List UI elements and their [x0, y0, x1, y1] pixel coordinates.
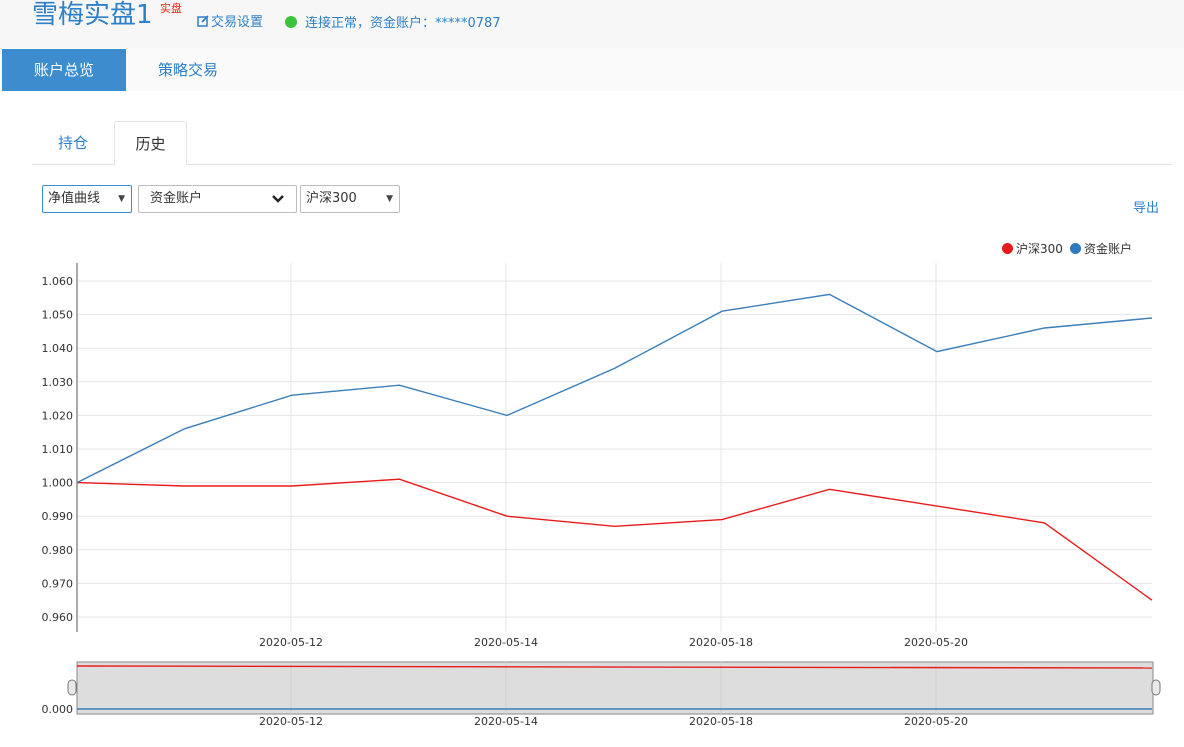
y-tick-label: 1.010: [42, 443, 74, 456]
y-tick-label: 0.970: [42, 577, 74, 590]
navigator-x-tick-label: 2020-05-20: [904, 715, 968, 728]
navigator-handle-right[interactable]: [1151, 679, 1161, 696]
chevron-down-icon: [272, 195, 284, 203]
tab-strategy-trading[interactable]: 策略交易: [126, 49, 250, 91]
navigator-x-tick-label: 2020-05-14: [474, 715, 538, 728]
series-line-benchmark: [76, 478, 1153, 601]
navigator-y-tick-label: 0.000: [42, 703, 74, 716]
chart-type-select[interactable]: 净值曲线 ▼: [42, 185, 132, 213]
tab-positions[interactable]: 持仓: [32, 121, 114, 165]
x-tick-label: 2020-05-14: [474, 636, 538, 649]
connection-status: 连接正常，资金账户：*****0787: [285, 12, 501, 31]
status-text: 连接正常，资金账户：*****0787: [305, 16, 501, 31]
tab-history[interactable]: 历史: [114, 121, 187, 165]
edit-icon: [197, 14, 209, 27]
y-tick-label: 1.040: [42, 342, 74, 355]
x-tick-label: 2020-05-12: [259, 636, 323, 649]
benchmark-select[interactable]: 沪深300 ▼: [300, 185, 400, 213]
chart-type-value: 净值曲线: [48, 191, 101, 206]
y-tick-label: 0.980: [42, 544, 74, 557]
series-line-account: [76, 293, 1153, 484]
y-tick-label: 1.030: [42, 376, 74, 389]
dropdown-arrow-icon: ▼: [386, 194, 393, 204]
account-value: 资金账户: [150, 191, 203, 206]
account-select[interactable]: 资金账户: [138, 185, 297, 213]
app-title: 雪梅实盘1: [32, 0, 153, 30]
top-bar: 雪梅实盘1 实盘 交易设置 连接正常，资金账户：*****0787: [0, 0, 1184, 48]
x-tick-label: 2020-05-20: [904, 636, 968, 649]
sub-tabs: 持仓 历史: [32, 121, 1172, 165]
export-link[interactable]: 导出: [1133, 197, 1159, 216]
trade-settings-label: 交易设置: [211, 15, 264, 30]
nav-chart: 1.060 1.050 1.040 1.030 1.020 1.010 1.000 0.990…: [42, 263, 1161, 728]
benchmark-value: 沪深300: [306, 191, 357, 206]
navigator-x-tick-label: 2020-05-18: [689, 715, 753, 728]
tab-account-overview[interactable]: 账户总览: [2, 49, 126, 91]
y-tick-label: 1.000: [42, 477, 74, 490]
y-tick-label: 1.020: [42, 409, 74, 422]
dropdown-arrow-icon: ▼: [118, 194, 125, 204]
trade-settings-link[interactable]: 交易设置: [197, 11, 263, 30]
live-badge: 实盘: [160, 2, 182, 15]
y-tick-label: 0.960: [42, 611, 74, 624]
y-tick-label: 0.990: [42, 510, 74, 523]
navigator-x-tick-label: 2020-05-12: [259, 715, 323, 728]
y-tick-label: 1.060: [42, 275, 74, 288]
y-tick-label: 1.050: [42, 309, 74, 322]
navigator-handle-left[interactable]: [67, 679, 77, 696]
navigator-range[interactable]: [76, 661, 1154, 715]
x-tick-label: 2020-05-18: [689, 636, 753, 649]
main-nav: 账户总览 策略交易: [0, 48, 1184, 91]
status-dot-icon: [285, 15, 297, 28]
